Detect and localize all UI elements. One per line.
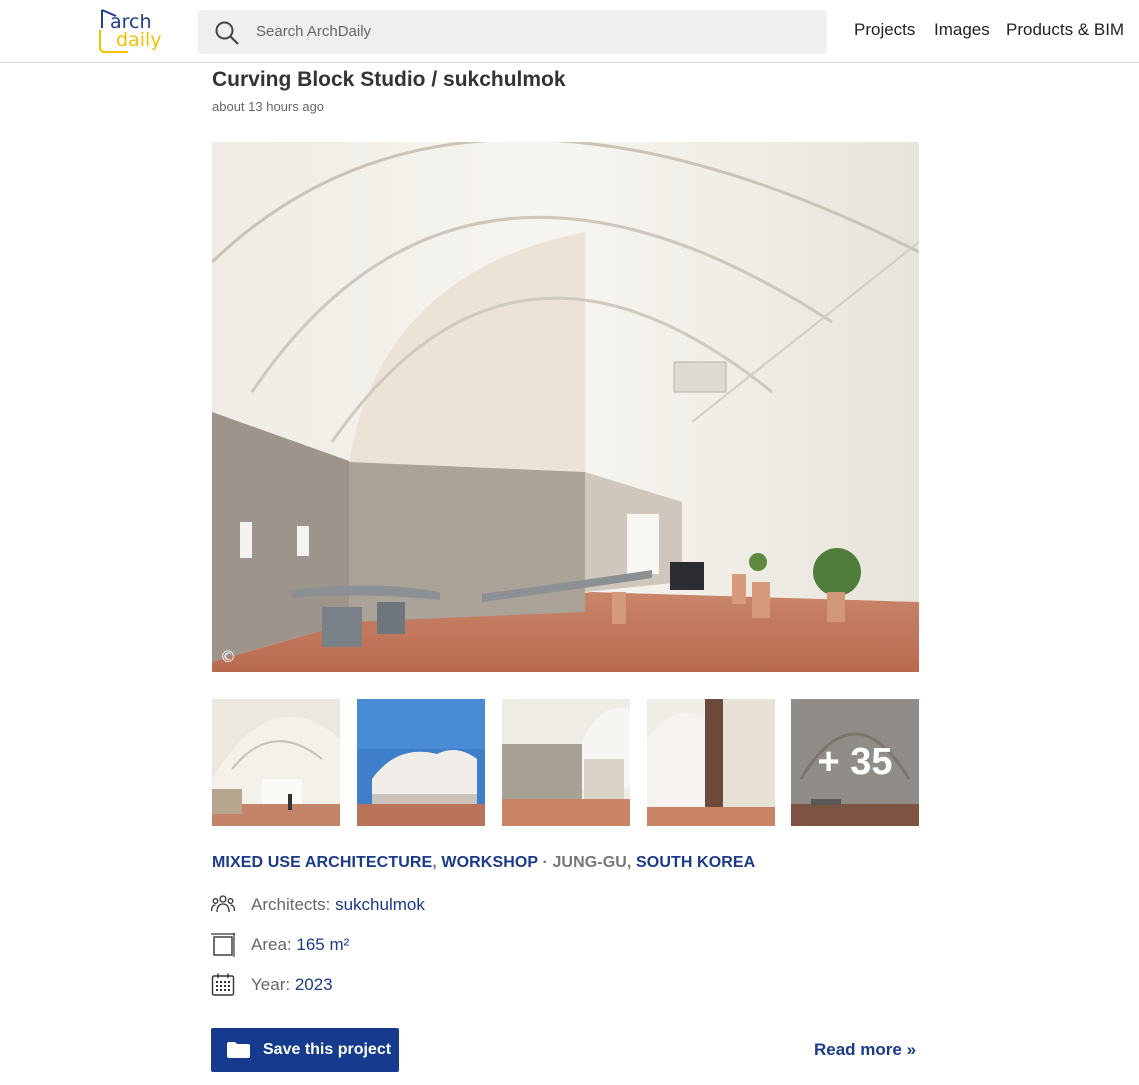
architects-link[interactable]: sukchulmok: [335, 895, 425, 914]
save-project-label: Save this project: [263, 1041, 392, 1058]
read-more-link[interactable]: Read more »: [814, 1040, 916, 1060]
folder-icon: [227, 1042, 250, 1058]
gallery-thumb-more[interactable]: + 35: [791, 699, 919, 826]
calendar-icon: [211, 973, 235, 996]
logo-text-daily: daily: [116, 29, 162, 51]
project-tags: MIXED USE ARCHITECTURE, WORKSHOP · JUNG-…: [212, 854, 755, 872]
thumb-image: [212, 699, 340, 826]
tag-south-korea[interactable]: SOUTH KOREA: [636, 854, 755, 871]
thumb-image: [647, 699, 775, 826]
top-header: arch daily Search ArchDaily Projects Ima…: [0, 0, 1139, 63]
area-value[interactable]: 165 m²: [296, 935, 349, 954]
gallery-thumb-1[interactable]: [212, 699, 340, 826]
gallery-thumb-3[interactable]: [502, 699, 630, 826]
save-project-button[interactable]: Save this project: [211, 1028, 399, 1072]
archdaily-logo[interactable]: arch daily: [98, 8, 176, 56]
tag-dot: ·: [542, 854, 548, 871]
area-icon: [211, 933, 235, 957]
published-time: about 13 hours ago: [212, 99, 325, 114]
main-photo[interactable]: ©: [212, 142, 919, 672]
tag-separator: ,: [626, 854, 632, 871]
tag-jung-gu: JUNG-GU: [552, 854, 627, 871]
tag-mixed-use[interactable]: MIXED USE ARCHITECTURE: [212, 854, 432, 871]
year-value[interactable]: 2023: [295, 975, 333, 994]
area-label: Area:: [251, 935, 292, 954]
more-photos-count[interactable]: + 35: [791, 699, 919, 826]
nav-projects[interactable]: Projects: [854, 20, 915, 40]
page-title: Curving Block Studio / sukchulmok: [212, 68, 566, 91]
people-icon: [211, 895, 235, 913]
tag-separator: ,: [432, 854, 437, 871]
architects-label: Architects:: [251, 895, 331, 914]
nav-images[interactable]: Images: [934, 20, 990, 40]
gallery-thumb-2[interactable]: [357, 699, 485, 826]
tag-workshop[interactable]: WORKSHOP: [441, 854, 538, 871]
main-photo-image: [212, 142, 919, 672]
year-label: Year:: [251, 975, 291, 994]
search-icon[interactable]: [214, 20, 240, 46]
nav-products-bim[interactable]: Products & BIM: [1006, 20, 1124, 40]
gallery-thumb-4[interactable]: [647, 699, 775, 826]
search-input[interactable]: Search ArchDaily: [256, 23, 371, 40]
copyright-icon: ©: [220, 647, 236, 666]
thumb-image: [357, 699, 485, 826]
search-bar[interactable]: Search ArchDaily: [198, 10, 827, 54]
thumb-image: [502, 699, 630, 826]
